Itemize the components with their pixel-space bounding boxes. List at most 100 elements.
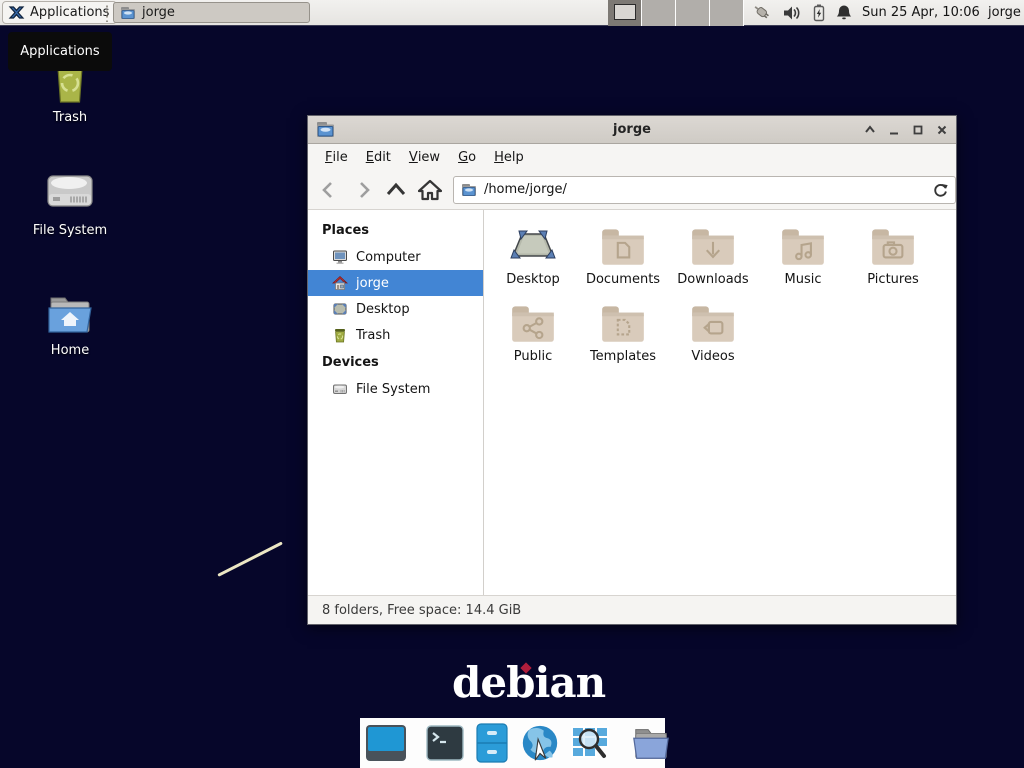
folder-label: Pictures <box>867 272 918 287</box>
panel-username[interactable]: jorge <box>988 0 1021 26</box>
taskbar-window-label: jorge <box>142 5 175 20</box>
trash-icon <box>332 327 348 343</box>
sidebar-item-desktop[interactable]: Desktop <box>308 296 483 322</box>
harddrive-icon <box>332 381 348 397</box>
folder-item-public[interactable]: Public <box>488 301 578 364</box>
music-folder-icon <box>778 224 828 268</box>
folder-icon <box>120 6 136 20</box>
dock-web-browser-icon[interactable] <box>519 722 561 764</box>
applications-menu-button[interactable]: Applications <box>2 1 117 24</box>
toolbar: /home/jorge/ <box>308 170 956 210</box>
folder-item-documents[interactable]: Documents <box>578 224 668 287</box>
folder-item-desktop[interactable]: Desktop <box>488 224 578 287</box>
desktop-icon-label: Home <box>51 343 89 358</box>
volume-icon[interactable] <box>781 3 803 23</box>
public-folder-icon <box>508 301 558 345</box>
desktop-icon-label: Trash <box>53 110 87 125</box>
taskbar-window-button[interactable]: jorge <box>113 2 310 23</box>
dock-file-manager-icon[interactable] <box>474 722 510 764</box>
notifications-bell-icon[interactable] <box>833 3 855 23</box>
folder-label: Templates <box>590 349 656 364</box>
dock-show-desktop-icon[interactable] <box>365 722 407 764</box>
sidebar: Places Computer <box>308 210 484 595</box>
computer-icon <box>332 249 348 265</box>
folder-item-templates[interactable]: Templates <box>578 301 668 364</box>
folder-label: Downloads <box>677 272 748 287</box>
file-manager-window: jorge File Edit View Go Help <box>307 115 957 625</box>
workspace-2[interactable] <box>642 0 676 26</box>
documents-folder-icon <box>598 224 648 268</box>
path-input[interactable]: /home/jorge/ <box>453 176 956 204</box>
up-button[interactable] <box>379 175 413 205</box>
sidebar-places-header: Places <box>308 216 483 244</box>
status-text: 8 folders, Free space: 14.4 GiB <box>322 603 521 618</box>
folder-item-downloads[interactable]: Downloads <box>668 224 758 287</box>
menu-go[interactable]: Go <box>449 144 485 170</box>
folder-label: Documents <box>586 272 660 287</box>
dock-terminal-icon[interactable] <box>425 722 465 764</box>
path-folder-icon <box>461 183 477 197</box>
dock-folder-icon[interactable] <box>630 722 672 764</box>
xfce-applications-icon <box>8 4 25 21</box>
videos-folder-icon <box>688 301 738 345</box>
sidebar-item-label: Trash <box>356 328 390 343</box>
battery-icon[interactable] <box>809 3 831 23</box>
downloads-folder-icon <box>688 224 738 268</box>
dock-app-finder-icon[interactable] <box>570 722 612 764</box>
folder-label: Videos <box>691 349 734 364</box>
menu-file[interactable]: File <box>316 144 357 170</box>
statusbar: 8 folders, Free space: 14.4 GiB <box>308 595 956 624</box>
folder-label: Desktop <box>506 272 560 287</box>
removable-device-icon[interactable] <box>751 3 773 23</box>
window-titlebar[interactable]: jorge <box>308 116 956 144</box>
home-icon <box>332 275 348 291</box>
window-title: jorge <box>308 122 956 137</box>
folder-label: Music <box>785 272 822 287</box>
sidebar-item-label: Computer <box>356 250 421 265</box>
workspace-window-thumb <box>614 4 636 20</box>
folder-item-music[interactable]: Music <box>758 224 848 287</box>
maximize-button[interactable] <box>911 123 924 136</box>
harddrive-icon <box>45 168 95 216</box>
pictures-folder-icon <box>868 224 918 268</box>
minimize-button[interactable] <box>887 123 900 136</box>
sidebar-devices-header: Devices <box>308 348 483 376</box>
workspace-switcher <box>608 0 744 26</box>
sidebar-item-computer[interactable]: Computer <box>308 244 483 270</box>
workspace-4[interactable] <box>710 0 744 26</box>
desktop-stroke-mark <box>217 541 283 576</box>
panel-clock[interactable]: Sun 25 Apr, 10:06 <box>862 0 980 26</box>
workspace-3[interactable] <box>676 0 710 26</box>
shade-button[interactable] <box>863 123 876 136</box>
desktop-icon <box>332 301 348 317</box>
folder-item-pictures[interactable]: Pictures <box>848 224 938 287</box>
sidebar-item-label: Desktop <box>356 302 410 317</box>
templates-folder-icon <box>598 301 648 345</box>
folder-item-videos[interactable]: Videos <box>668 301 758 364</box>
sidebar-item-label: File System <box>356 382 430 397</box>
debian-logo: debian <box>452 658 605 707</box>
sidebar-item-jorge[interactable]: jorge <box>308 270 483 296</box>
desktop-icon-filesystem[interactable]: File System <box>22 168 118 238</box>
desktop-icon-label: File System <box>33 223 107 238</box>
reload-button[interactable] <box>932 181 949 198</box>
sidebar-item-label: jorge <box>356 276 389 291</box>
top-panel: Applications jorge <box>0 0 1024 26</box>
back-button[interactable] <box>312 175 346 205</box>
workspace-1[interactable] <box>608 0 642 26</box>
panel-separator-handle[interactable] <box>105 4 109 22</box>
folder-label: Public <box>514 349 552 364</box>
desktop: Applications jorge <box>0 0 1024 768</box>
sidebar-item-filesystem[interactable]: File System <box>308 376 483 402</box>
path-text: /home/jorge/ <box>484 182 925 197</box>
home-folder-icon <box>45 294 95 336</box>
menu-help[interactable]: Help <box>485 144 533 170</box>
menu-view[interactable]: View <box>400 144 449 170</box>
home-button[interactable] <box>413 175 447 205</box>
sidebar-item-trash[interactable]: Trash <box>308 322 483 348</box>
desktop-icon-home[interactable]: Home <box>22 294 118 358</box>
forward-button[interactable] <box>346 175 380 205</box>
close-button[interactable] <box>935 123 948 136</box>
menu-edit[interactable]: Edit <box>357 144 400 170</box>
dock <box>360 718 665 768</box>
